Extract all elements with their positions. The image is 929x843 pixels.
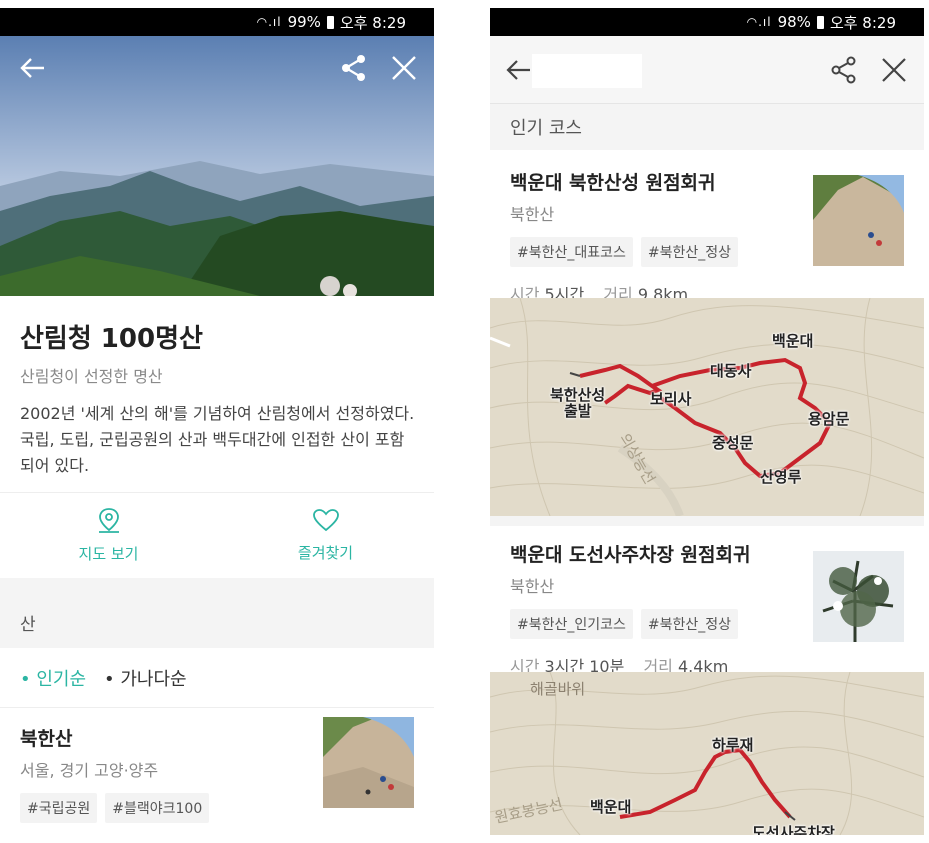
share-icon[interactable]	[830, 56, 858, 88]
section-gap	[490, 516, 924, 526]
tag[interactable]: #북한산_정상	[640, 609, 739, 639]
status-time: 오후 8:29	[339, 13, 406, 32]
map-label-start-b: 출발	[564, 402, 592, 420]
signal-icon: ◠.ıl	[256, 15, 282, 29]
course-map[interactable]: 북한산성 출발 보리사 대동사 백운대 용암문 중성문 산영루 의상능선	[490, 298, 924, 516]
sort-tabs: • 인기순 • 가나다순	[0, 648, 434, 708]
share-icon[interactable]	[340, 54, 368, 82]
close-icon[interactable]	[880, 56, 908, 88]
map-label-haegol: 해골바위	[530, 680, 586, 698]
heart-icon	[312, 508, 340, 536]
status-bar: ◠.ıl 99% 오후 8:29	[0, 8, 434, 36]
map-label-yongam: 용암문	[808, 410, 850, 428]
map-view-button[interactable]: 지도 보기	[0, 492, 217, 578]
map-label-sanyeong: 산영루	[760, 468, 802, 486]
map-label-jungseong: 중성문	[712, 434, 754, 452]
tag[interactable]: #블랙야크100	[105, 793, 210, 823]
tag[interactable]: #북한산_인기코스	[510, 609, 633, 639]
map-view-label: 지도 보기	[78, 544, 139, 563]
battery-icon	[816, 15, 824, 29]
page-title: 산림청 100명산	[20, 324, 203, 354]
back-arrow-icon[interactable]	[18, 54, 46, 82]
sort-popular[interactable]: • 인기순	[20, 665, 86, 691]
title-field[interactable]	[532, 54, 642, 88]
close-icon[interactable]	[390, 54, 418, 82]
battery-percent: 99%	[287, 13, 321, 31]
top-bar	[490, 36, 924, 104]
map-label-bori: 보리사	[650, 390, 692, 408]
tag[interactable]: #북한산_정상	[640, 237, 739, 267]
status-bar: ◠.ıl 98% 오후 8:29	[490, 8, 924, 36]
battery-icon	[326, 15, 334, 29]
hero-image	[0, 36, 434, 296]
page-subtitle: 산림청이 선정한 명산	[20, 367, 163, 386]
favorite-label: 즐겨찾기	[297, 543, 354, 562]
map-label-baegun: 백운대	[772, 332, 814, 350]
favorite-button[interactable]: 즐겨찾기	[217, 492, 434, 578]
title-block: 산림청 100명산 산림청이 선정한 명산 2002년 '세계 산의 해'를 기…	[0, 296, 434, 479]
map-label-doseon: 도선사주차장	[752, 824, 835, 835]
item-thumbnail	[323, 717, 414, 808]
map-label-baegun: 백운대	[590, 798, 632, 816]
sort-alphabetical[interactable]: • 가나다순	[104, 665, 187, 691]
course-thumbnail	[813, 551, 904, 642]
left-screen: ◠.ıl 99% 오후 8:29 산림청 100명산 산림청이 선정한 명산 2…	[0, 8, 434, 843]
course-map[interactable]: 해골바위 하루재 백운대 도선사주차장 원효봉능선	[490, 672, 924, 835]
tag[interactable]: #북한산_대표코스	[510, 237, 633, 267]
status-time: 오후 8:29	[829, 13, 896, 32]
section-header: 산	[0, 594, 434, 648]
action-bar: 지도 보기 즐겨찾기	[0, 492, 434, 578]
signal-icon: ◠.ıl	[746, 15, 772, 29]
battery-percent: 98%	[777, 13, 811, 31]
map-label-haru: 하루재	[712, 736, 754, 754]
section-gap	[0, 578, 434, 594]
section-header: 인기 코스	[490, 104, 924, 150]
tag[interactable]: #국립공원	[20, 793, 98, 823]
page-description: 2002년 '세계 산의 해'를 기념하여 산림청에서 선정하였다. 국립, 도…	[20, 404, 415, 475]
back-arrow-icon[interactable]	[504, 56, 532, 88]
map-pin-icon	[97, 507, 121, 537]
course-thumbnail	[813, 175, 904, 266]
map-label-daedong: 대동사	[710, 362, 752, 380]
right-screen: ◠.ıl 98% 오후 8:29 인기 코스 백운대 북한산성 원점회귀 북한산…	[490, 8, 924, 835]
